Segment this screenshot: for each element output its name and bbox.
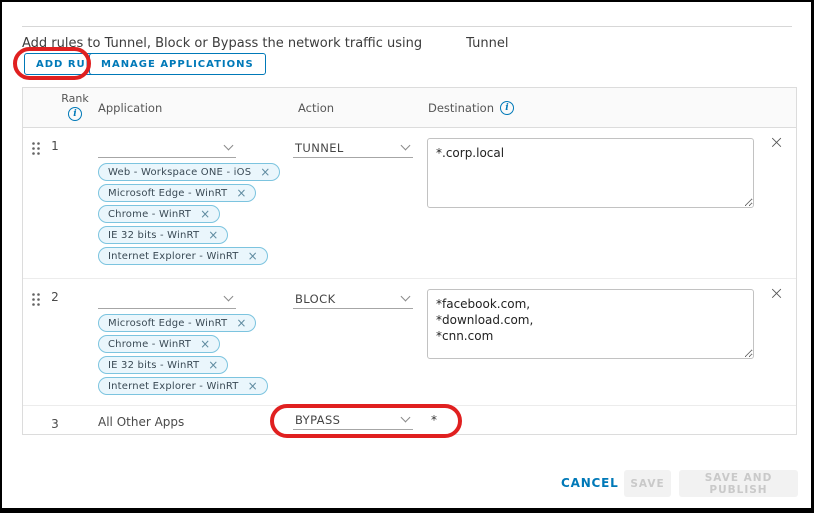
rules-table: Rank i Application Action Destination i … <box>22 87 797 435</box>
app-tag: Web - Workspace ONE - iOS × <box>98 163 280 181</box>
intro-text-before: Add rules to Tunnel, Block or Bypass the… <box>22 36 422 51</box>
rule-rank: 1 <box>45 139 65 153</box>
app-tag: IE 32 bits - WinRT × <box>98 356 228 374</box>
application-select[interactable] <box>98 136 236 158</box>
rank-info-icon[interactable]: i <box>68 107 82 121</box>
action-select[interactable]: TUNNEL <box>293 136 413 158</box>
cancel-button[interactable]: CANCEL <box>561 476 619 490</box>
app-tag: IE 32 bits - WinRT × <box>98 226 228 244</box>
remove-tag-icon[interactable]: × <box>208 229 218 241</box>
remove-tag-icon[interactable]: × <box>236 187 246 199</box>
rule-row-3: 3 All Other Apps BYPASS * <box>23 406 796 436</box>
remove-tag-icon[interactable]: × <box>208 359 218 371</box>
application-tags: Web - Workspace ONE - iOS × Microsoft Ed… <box>98 163 280 265</box>
application-select[interactable] <box>98 287 236 309</box>
app-tag: Microsoft Edge - WinRT × <box>98 184 256 202</box>
chevron-down-icon <box>401 141 411 151</box>
remove-tag-icon[interactable]: × <box>236 317 246 329</box>
rank-column-header: Rank i <box>51 92 99 121</box>
app-tag: Internet Explorer - WinRT × <box>98 247 268 265</box>
application-label: All Other Apps <box>98 415 184 429</box>
destination-value: * <box>431 413 437 427</box>
top-divider <box>22 26 792 27</box>
app-tag: Chrome - WinRT × <box>98 205 220 223</box>
rule-row-2: 2 Microsoft Edge - WinRT × Chrome - WinR… <box>23 279 796 406</box>
save-button[interactable]: SAVE <box>624 470 671 497</box>
intro-product-name: Tunnel <box>466 36 508 51</box>
remove-tag-icon[interactable]: × <box>200 338 210 350</box>
delete-row-icon[interactable]: × <box>769 285 784 303</box>
remove-tag-icon[interactable]: × <box>248 250 258 262</box>
rule-rank: 2 <box>45 290 65 304</box>
chevron-down-icon <box>401 413 411 423</box>
action-column-header: Action <box>298 101 334 115</box>
save-and-publish-button[interactable]: SAVE AND PUBLISH <box>679 470 798 497</box>
destination-column-header: Destination i <box>428 101 514 115</box>
destination-textarea[interactable]: *.corp.local <box>427 138 754 208</box>
table-header: Rank i Application Action Destination i <box>23 88 796 128</box>
remove-tag-icon[interactable]: × <box>200 208 210 220</box>
drag-handle-icon[interactable] <box>31 292 41 307</box>
network-traffic-rules-panel: Add rules to Tunnel, Block or Bypass the… <box>0 0 814 513</box>
destination-textarea[interactable]: *facebook.com, *download.com, *cnn.com <box>427 289 754 359</box>
app-tag: Microsoft Edge - WinRT × <box>98 314 256 332</box>
delete-row-icon[interactable]: × <box>769 134 784 152</box>
action-select[interactable]: BLOCK <box>293 287 413 309</box>
rule-rank: 3 <box>45 417 65 431</box>
destination-info-icon[interactable]: i <box>500 101 514 115</box>
remove-tag-icon[interactable]: × <box>248 380 258 392</box>
app-tag: Internet Explorer - WinRT × <box>98 377 268 395</box>
rule-row-1: 1 Web - Workspace ONE - iOS × Microsoft … <box>23 128 796 279</box>
remove-tag-icon[interactable]: × <box>260 166 270 178</box>
manage-applications-button[interactable]: MANAGE APPLICATIONS <box>89 53 266 75</box>
chevron-down-icon <box>224 141 234 151</box>
app-tag: Chrome - WinRT × <box>98 335 220 353</box>
chevron-down-icon <box>401 292 411 302</box>
chevron-down-icon <box>224 292 234 302</box>
action-select[interactable]: BYPASS <box>293 408 413 430</box>
application-column-header: Application <box>98 101 162 115</box>
intro-text: Add rules to Tunnel, Block or Bypass the… <box>22 36 508 51</box>
application-tags: Microsoft Edge - WinRT × Chrome - WinRT … <box>98 314 268 395</box>
drag-handle-icon[interactable] <box>31 141 41 156</box>
